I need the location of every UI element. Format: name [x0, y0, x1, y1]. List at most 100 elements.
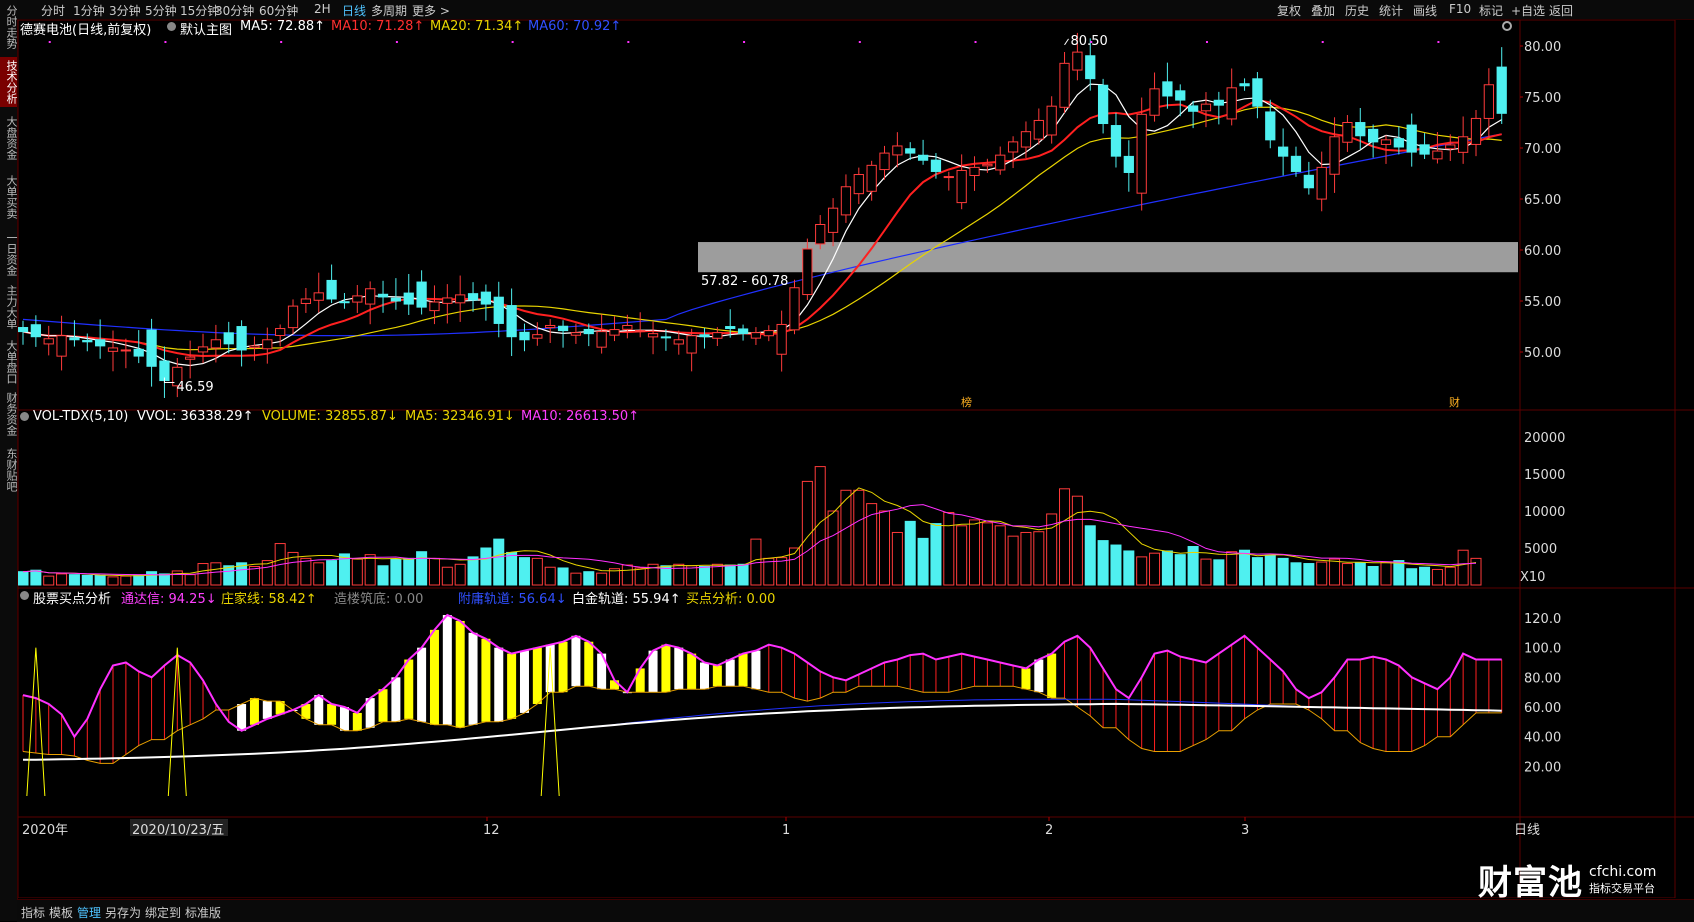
candle[interactable] [1342, 115, 1353, 152]
candle[interactable] [43, 325, 54, 356]
period-tab-1[interactable]: 1分钟 [73, 2, 105, 19]
candle[interactable] [1458, 116, 1469, 164]
candle[interactable] [943, 171, 954, 191]
candle[interactable] [1496, 47, 1507, 124]
candle[interactable] [236, 320, 247, 367]
candle[interactable] [197, 333, 209, 364]
candle[interactable] [1419, 133, 1430, 159]
candle[interactable] [1046, 96, 1057, 144]
period-tab-0[interactable]: 分时 [41, 2, 65, 19]
candle[interactable] [1059, 52, 1070, 113]
candle[interactable] [120, 338, 131, 369]
candle[interactable] [699, 327, 710, 349]
candle[interactable] [403, 273, 414, 315]
candle[interactable] [390, 278, 402, 310]
candle[interactable] [352, 284, 363, 314]
left-tab-8[interactable]: 东财贴吧 [0, 443, 18, 497]
candle[interactable] [107, 330, 119, 372]
period-tab-10[interactable]: 更多 > [412, 2, 450, 19]
toolbar-7[interactable]: +自选 [1511, 2, 1545, 19]
candle[interactable] [1303, 161, 1314, 195]
candle[interactable] [1483, 68, 1494, 138]
chart-settings-icon[interactable] [1502, 21, 1512, 31]
candle[interactable] [827, 198, 839, 247]
candle[interactable] [750, 327, 762, 345]
candle[interactable] [262, 327, 273, 364]
period-tab-8[interactable]: 日线 [342, 2, 366, 19]
period-tab-3[interactable]: 5分钟 [145, 2, 177, 19]
candle[interactable] [789, 279, 800, 335]
candle[interactable] [917, 139, 929, 165]
left-tab-4[interactable]: 一日资金 [0, 232, 18, 276]
candle[interactable] [982, 158, 993, 173]
candle[interactable] [467, 282, 479, 312]
bottom-tab-2[interactable]: 管理 [77, 904, 101, 921]
candle[interactable] [1097, 78, 1109, 134]
candle[interactable] [377, 280, 389, 313]
candle[interactable] [1445, 134, 1456, 161]
candle[interactable] [480, 284, 492, 321]
period-tab-6[interactable]: 60分钟 [259, 2, 298, 19]
candle[interactable] [853, 167, 864, 205]
ind-legend-toggle-icon[interactable] [20, 591, 29, 600]
candle[interactable] [1470, 109, 1482, 157]
candle[interactable] [1239, 78, 1250, 91]
candle[interactable] [1162, 62, 1173, 109]
candle[interactable] [609, 316, 620, 342]
candle[interactable] [133, 330, 144, 364]
left-tab-7[interactable]: 财务资金 [0, 391, 18, 437]
candle[interactable] [557, 320, 569, 348]
candle[interactable] [866, 160, 877, 201]
candle[interactable] [1252, 72, 1263, 119]
candle[interactable] [519, 323, 530, 352]
period-tab-2[interactable]: 3分钟 [109, 2, 141, 19]
candle[interactable] [1136, 97, 1147, 211]
vol-legend-toggle-icon[interactable] [20, 412, 29, 421]
candle[interactable] [1123, 140, 1134, 192]
candle[interactable] [442, 284, 453, 324]
candle[interactable] [596, 314, 607, 354]
candle[interactable] [1007, 136, 1019, 169]
period-tab-4[interactable]: 15分钟 [180, 2, 219, 19]
bottom-tab-1[interactable]: 模板 [49, 904, 73, 921]
candle[interactable] [815, 215, 826, 250]
left-tab-2[interactable]: 大盘资金 [0, 112, 18, 164]
candle[interactable] [506, 288, 517, 357]
candle[interactable] [995, 146, 1006, 175]
candle[interactable] [275, 324, 286, 347]
candle[interactable] [159, 346, 170, 398]
left-tab-6[interactable]: 大单盘口 [0, 338, 18, 386]
candle[interactable] [1020, 121, 1032, 159]
left-tab-3[interactable]: 大单买卖 [0, 168, 18, 226]
candle[interactable] [1316, 151, 1327, 212]
candle[interactable] [1213, 91, 1224, 125]
main-legend-toggle-icon[interactable] [167, 22, 176, 31]
left-tab-5[interactable]: 主力大单 [0, 282, 18, 332]
toolbar-4[interactable]: 画线 [1413, 2, 1437, 19]
bottom-tab-4[interactable]: 绑定到 [145, 904, 181, 921]
bottom-tab-5[interactable]: 标准版 [185, 904, 221, 921]
period-tab-5[interactable]: 30分钟 [215, 2, 254, 19]
candle[interactable] [1406, 113, 1417, 167]
candle[interactable] [1329, 117, 1340, 193]
period-tab-7[interactable]: 2H [314, 2, 331, 16]
toolbar-3[interactable]: 统计 [1379, 2, 1403, 19]
candle[interactable] [969, 156, 980, 191]
candle[interactable] [1033, 108, 1044, 145]
bottom-tab-0[interactable]: 指标 [21, 904, 45, 921]
toolbar-6[interactable]: 标记 [1479, 2, 1503, 19]
bottom-tab-3[interactable]: 另存为 [105, 904, 141, 921]
candle[interactable] [416, 270, 427, 315]
candle[interactable] [313, 272, 324, 313]
candle[interactable] [185, 340, 196, 379]
candle[interactable] [763, 325, 774, 342]
candle[interactable] [647, 321, 659, 355]
candle[interactable] [1110, 112, 1122, 168]
stock-chart-area[interactable]: 80.50 46.59 57.82 - 60.78 榜 财 80.00 75.00 70.00… [18, 20, 1694, 898]
period-tab-9[interactable]: 多周期 [371, 2, 407, 19]
toolbar-2[interactable]: 历史 [1345, 2, 1369, 19]
toolbar-8[interactable]: 返回 [1549, 2, 1573, 19]
candle[interactable] [493, 281, 504, 338]
candle[interactable] [300, 288, 312, 313]
toolbar-1[interactable]: 叠加 [1311, 2, 1335, 19]
